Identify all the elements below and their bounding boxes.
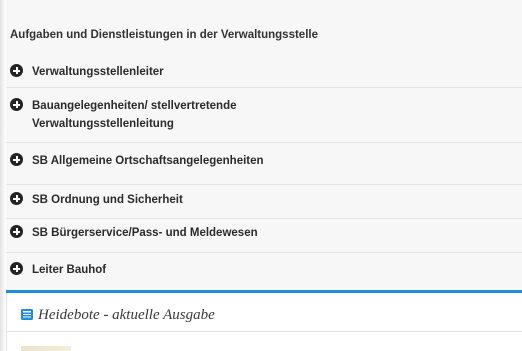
news-thumbnail-edge — [21, 346, 71, 351]
plus-circle-icon — [10, 262, 23, 275]
plus-circle-icon — [10, 98, 23, 111]
accordion-item-label: Leiter Bauhof — [32, 264, 107, 276]
accordion-divider — [6, 184, 522, 185]
news-box: Heidebote - aktuelle Ausgabe — [6, 293, 522, 351]
accordion-item-verwaltungsstellenleiter[interactable]: Verwaltungsstellenleiter — [10, 63, 516, 81]
plus-circle-icon — [10, 192, 23, 205]
section-title: Aufgaben und Dienstleistungen in der Ver… — [10, 29, 318, 41]
accordion-item-buergerservice[interactable]: SB Bürgerservice/Pass- und Meldewesen — [10, 224, 516, 242]
accordion-item-label: Verwaltungsstellenleiter — [32, 66, 164, 78]
accordion-item-bauangelegenheiten[interactable]: Bauangelegenheiten/ stellvertretende Ver… — [10, 97, 516, 133]
accordion-item-leiter-bauhof[interactable]: Leiter Bauhof — [10, 261, 516, 279]
accordion-item-label: SB Ordnung und Sicherheit — [32, 194, 183, 206]
accordion-item-label: SB Allgemeine Ortschaftsangelegenheiten — [32, 155, 264, 167]
newspaper-icon — [21, 309, 33, 320]
accordion-item-ortschaftsangelegenheiten[interactable]: SB Allgemeine Ortschaftsangelegenheiten — [10, 152, 516, 170]
plus-circle-icon — [10, 64, 23, 77]
accordion-item-ordnung-sicherheit[interactable]: SB Ordnung und Sicherheit — [10, 191, 516, 209]
services-panel — [6, 0, 522, 290]
accordion-divider — [6, 142, 522, 143]
accordion-item-label: Bauangelegenheiten/ stellvertretende Ver… — [32, 100, 237, 130]
news-box-divider — [7, 331, 522, 332]
accordion-divider — [6, 218, 522, 219]
accordion-divider — [6, 87, 522, 88]
accordion-item-label: SB Bürgerservice/Pass- und Meldewesen — [32, 227, 258, 239]
news-box-title: Heidebote - aktuelle Ausgabe — [38, 307, 215, 323]
plus-circle-icon — [10, 225, 23, 238]
accordion-divider — [6, 252, 522, 253]
plus-circle-icon — [10, 153, 23, 166]
